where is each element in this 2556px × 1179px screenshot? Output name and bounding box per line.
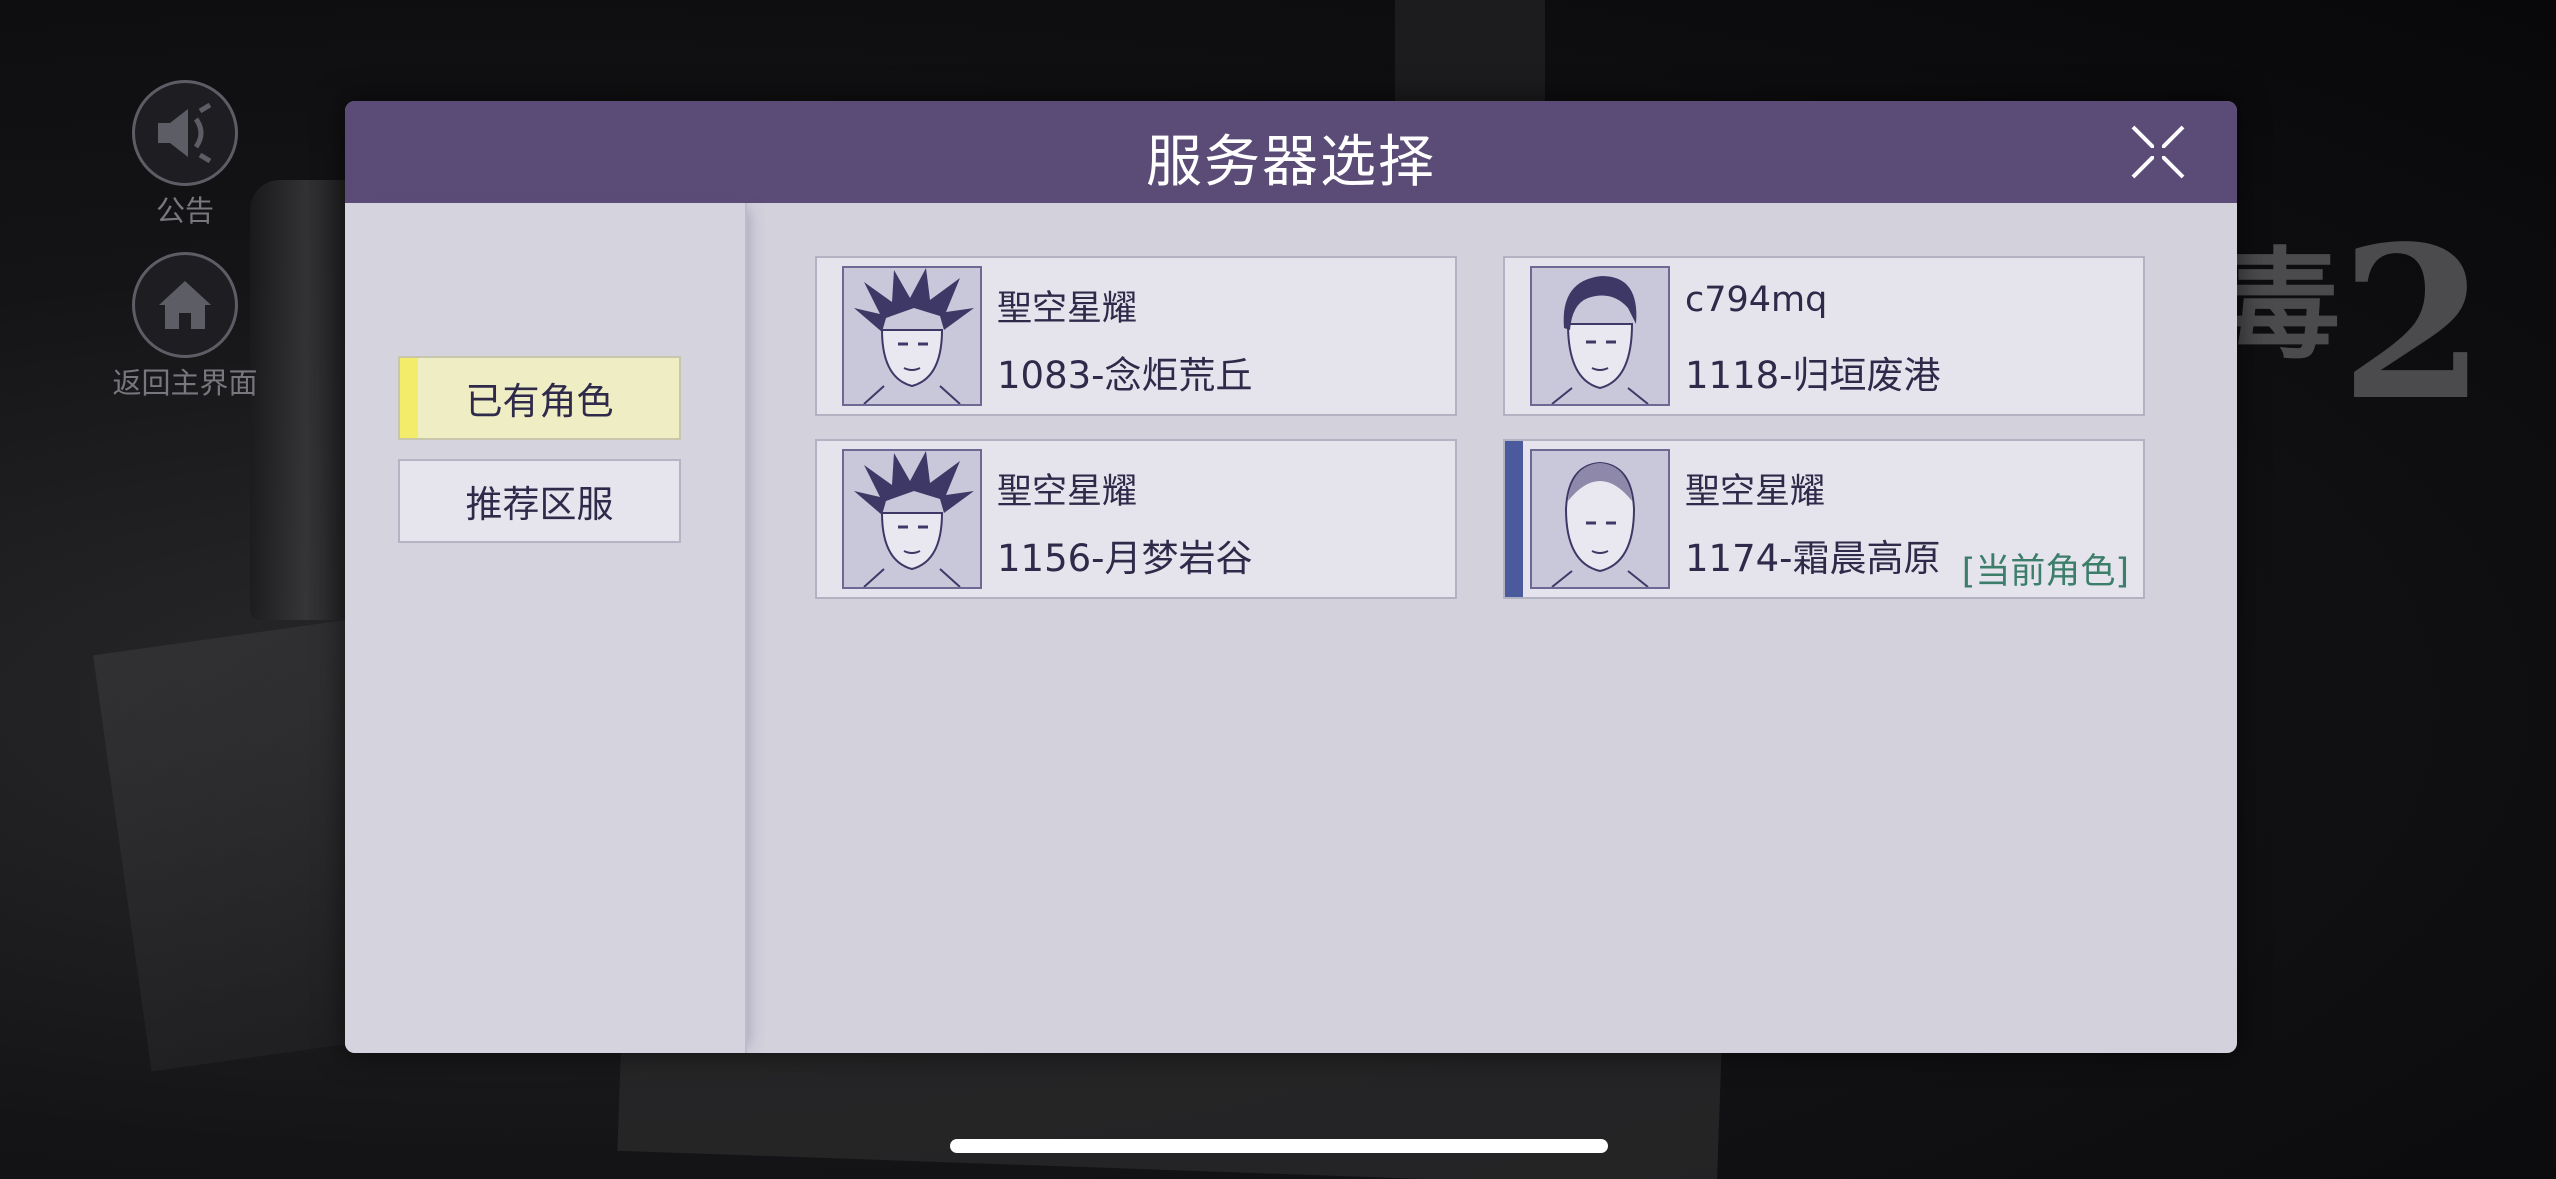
- close-button[interactable]: [2129, 123, 2187, 181]
- character-name: c794mq: [1685, 280, 1828, 320]
- return-home-label: 返回主界面: [112, 366, 258, 400]
- character-card[interactable]: 聖空星耀 1083-念炬荒丘: [815, 256, 1457, 416]
- tab-label: 已有角色: [465, 380, 614, 423]
- character-server: 1083-念炬荒丘: [997, 354, 1253, 397]
- home-icon: [132, 252, 238, 358]
- dialog-header: 服务器选择: [345, 101, 2237, 203]
- character-card[interactable]: 聖空星耀 1156-月梦岩谷: [815, 439, 1457, 599]
- close-icon: [2131, 125, 2185, 179]
- character-server: 1174-霜晨高原: [1685, 537, 1941, 580]
- character-server: 1156-月梦岩谷: [997, 537, 1253, 580]
- character-server: 1118-归垣废港: [1685, 354, 1941, 397]
- character-card[interactable]: c794mq 1118-归垣废港: [1503, 256, 2145, 416]
- tab-recommended-servers[interactable]: 推荐区服: [398, 459, 681, 543]
- character-name: 聖空星耀: [997, 289, 1138, 329]
- character-name: 聖空星耀: [1685, 472, 1826, 512]
- current-character-card[interactable]: 聖空星耀 1174-霜晨高原 [当前角色]: [1503, 439, 2145, 599]
- buzzcut-portrait-icon: [1530, 449, 1670, 589]
- return-home-button[interactable]: 返回主界面: [80, 252, 290, 402]
- notice-button[interactable]: 公告: [105, 80, 265, 230]
- tab-sidebar: 已有角色 推荐区服: [345, 203, 747, 1053]
- home-indicator-bar[interactable]: [950, 1139, 1608, 1153]
- current-character-tag: [当前角色]: [1961, 552, 2129, 592]
- dialog-title: 服务器选择: [1146, 130, 1436, 195]
- slick-hair-portrait-icon: [1530, 266, 1670, 406]
- spiky-hair-portrait-icon: [842, 449, 982, 589]
- speaker-icon: [132, 80, 238, 186]
- background-block: [1395, 0, 1545, 110]
- spiky-hair-portrait-icon: [842, 266, 982, 406]
- tab-existing-characters[interactable]: 已有角色: [398, 356, 681, 440]
- tab-label: 推荐区服: [465, 483, 614, 526]
- server-select-dialog: 服务器选择 已有角色 推荐区服 聖空星耀 1083-念炬荒丘 c794mq 11…: [345, 101, 2237, 1053]
- character-name: 聖空星耀: [997, 472, 1138, 512]
- game-logo-text: 毒2: [2220, 200, 2486, 447]
- notice-label: 公告: [155, 194, 214, 228]
